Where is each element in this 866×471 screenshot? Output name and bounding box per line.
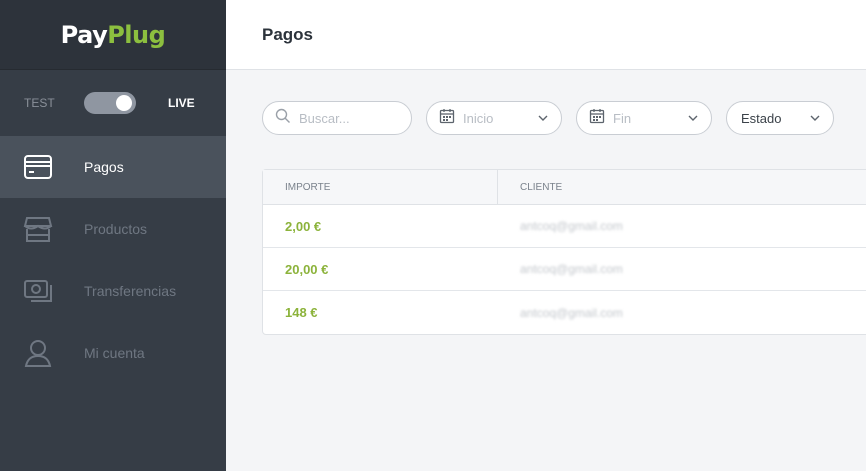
client-cell: antcoq@gmail.com [520, 219, 623, 233]
filter-bar: Buscar... Inicio Fin Estado [262, 101, 848, 135]
card-icon [22, 151, 54, 183]
status-select-label: Estado [741, 110, 782, 126]
live-toggle[interactable] [84, 92, 136, 114]
logo-plug-text: Plug [107, 20, 166, 49]
toggle-knob [116, 95, 132, 111]
page-header: Pagos [226, 0, 866, 70]
table-row[interactable]: 148 € antcoq@gmail.com [263, 291, 866, 334]
start-date-select[interactable]: Inicio [426, 101, 562, 135]
start-date-placeholder: Inicio [463, 110, 494, 126]
test-label: TEST [24, 96, 55, 110]
chevron-down-icon [687, 109, 699, 127]
amount-cell: 148 € [285, 305, 318, 320]
end-date-select[interactable]: Fin [576, 101, 712, 135]
end-date-placeholder: Fin [613, 110, 632, 126]
amount-cell: 2,00 € [285, 218, 322, 234]
column-header-cliente[interactable]: CLIENTE [498, 170, 866, 204]
sidebar-item-label: Mi cuenta [84, 345, 145, 361]
chevron-down-icon [809, 109, 821, 127]
user-icon [22, 337, 54, 369]
logo-pay-text: Pay [60, 20, 108, 49]
sidebar-item-pagos[interactable]: Pagos [0, 136, 226, 198]
store-icon [22, 213, 54, 245]
sidebar-item-label: Pagos [84, 159, 124, 175]
client-cell: antcoq@gmail.com [520, 305, 623, 320]
table-header: IMPORTE CLIENTE [263, 170, 866, 205]
table-row[interactable]: 20,00 € antcoq@gmail.com [263, 248, 866, 291]
logo-bar: PayPlug [0, 0, 226, 70]
payments-table: IMPORTE CLIENTE 2,00 € antcoq@gmail.com … [262, 169, 866, 335]
sidebar-item-label: Transferencias [84, 283, 177, 299]
sidebar-item-mi-cuenta[interactable]: Mi cuenta [0, 322, 226, 384]
payplug-logo[interactable]: PayPlug [61, 21, 166, 49]
mode-switch: TEST LIVE [0, 70, 226, 136]
client-cell: antcoq@gmail.com [520, 262, 623, 276]
status-select[interactable]: Estado [726, 101, 834, 135]
chevron-down-icon [537, 109, 549, 127]
column-header-importe[interactable]: IMPORTE [263, 170, 498, 204]
amount-cell: 20,00 € [285, 261, 329, 277]
sidebar-item-transferencias[interactable]: Transferencias [0, 260, 226, 322]
sidebar-item-productos[interactable]: Productos [0, 198, 226, 260]
live-label: LIVE [168, 96, 195, 110]
sidebar: PayPlug TEST LIVE Pagos Productos Transf… [0, 0, 226, 471]
search-placeholder: Buscar... [299, 110, 350, 126]
calendar-icon [589, 108, 605, 129]
sidebar-item-label: Productos [84, 221, 148, 237]
calendar-icon [439, 108, 455, 129]
search-icon [275, 108, 291, 129]
table-row[interactable]: 2,00 € antcoq@gmail.com [263, 205, 866, 248]
cash-icon [22, 275, 54, 307]
page-title: Pagos [262, 24, 314, 44]
search-input[interactable]: Buscar... [262, 101, 412, 135]
